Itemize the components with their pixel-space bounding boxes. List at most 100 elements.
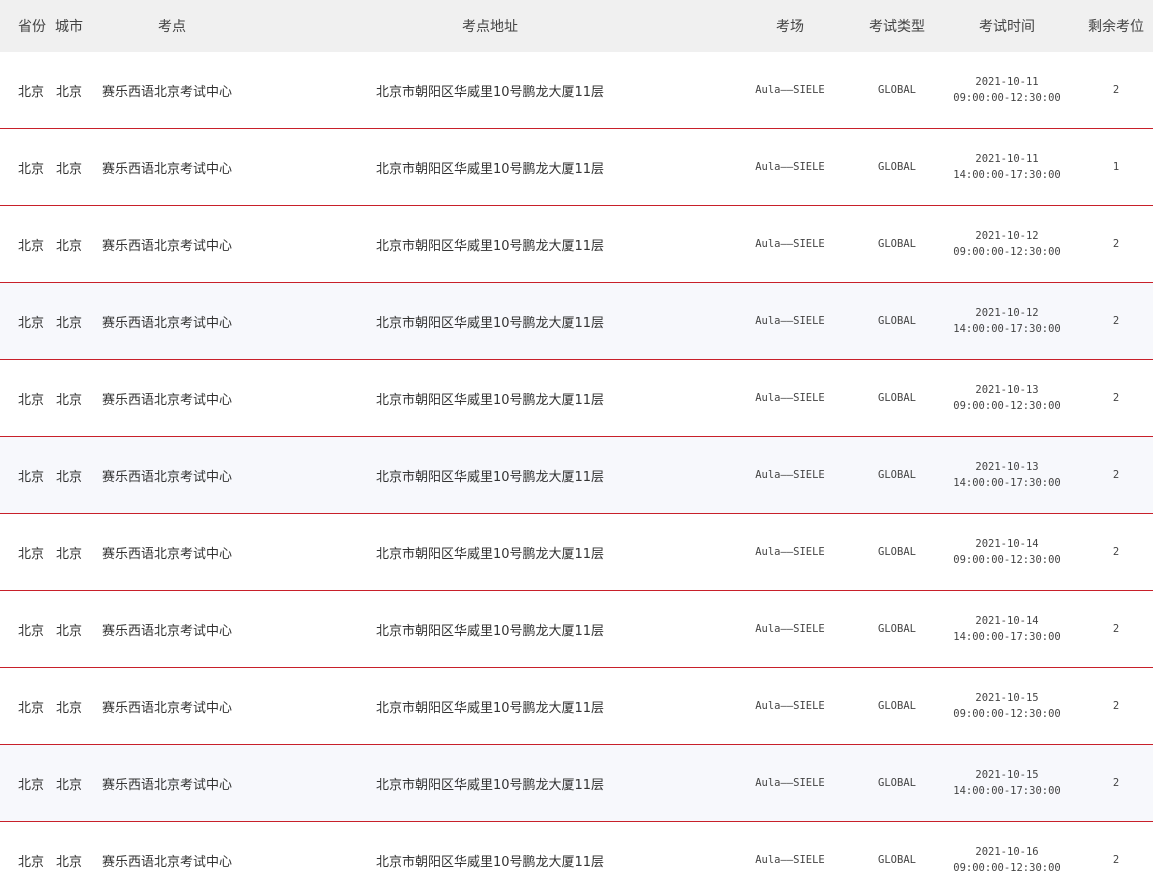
cell-room: Aula——SIELE: [755, 84, 825, 96]
table-row[interactable]: 北京 北京 赛乐西语北京考试中心 北京市朝阳区华威里10号鹏龙大厦11层 Aul…: [0, 52, 1153, 129]
table-row[interactable]: 北京 北京 赛乐西语北京考试中心 北京市朝阳区华威里10号鹏龙大厦11层 Aul…: [0, 129, 1153, 206]
cell-exam-time: 2021-10-11 09:00:00-12:30:00: [936, 52, 1078, 128]
table-row[interactable]: 北京 北京 赛乐西语北京考试中心 北京市朝阳区华威里10号鹏龙大厦11层 Aul…: [0, 437, 1153, 514]
cell-remaining-seats: 2: [1112, 700, 1120, 712]
table-row[interactable]: 北京 北京 赛乐西语北京考试中心 北京市朝阳区华威里10号鹏龙大厦11层 Aul…: [0, 283, 1153, 360]
exam-time-range: 09:00:00-12:30:00: [953, 708, 1061, 720]
cell-address: 北京市朝阳区华威里10号鹏龙大厦11层: [375, 315, 605, 331]
header-city: 城市: [55, 19, 83, 35]
cell-room: Aula——SIELE: [755, 854, 825, 866]
cell-room: Aula——SIELE: [755, 469, 825, 481]
cell-city: 北京: [56, 315, 83, 331]
cell-city: 北京: [56, 161, 83, 177]
cell-province: 北京: [18, 161, 45, 177]
cell-province: 北京: [18, 392, 45, 408]
exam-date: 2021-10-11: [975, 153, 1039, 165]
cell-exam-type: GLOBAL: [878, 238, 916, 250]
cell-site: 赛乐西语北京考试中心: [102, 623, 233, 639]
header-exam-time: 考试时间: [979, 19, 1035, 35]
cell-site: 赛乐西语北京考试中心: [102, 392, 233, 408]
table-row[interactable]: 北京 北京 赛乐西语北京考试中心 北京市朝阳区华威里10号鹏龙大厦11层 Aul…: [0, 745, 1153, 822]
cell-remaining-seats: 1: [1112, 161, 1120, 173]
cell-city: 北京: [56, 854, 83, 870]
cell-address: 北京市朝阳区华威里10号鹏龙大厦11层: [375, 777, 605, 793]
cell-exam-time: 2021-10-11 14:00:00-17:30:00: [936, 129, 1078, 205]
exam-time-range: 09:00:00-12:30:00: [953, 400, 1061, 412]
cell-room: Aula——SIELE: [755, 623, 825, 635]
cell-exam-time: 2021-10-15 09:00:00-12:30:00: [936, 668, 1078, 744]
cell-remaining-seats: 2: [1112, 238, 1120, 250]
cell-exam-type: GLOBAL: [878, 623, 916, 635]
cell-address: 北京市朝阳区华威里10号鹏龙大厦11层: [375, 238, 605, 254]
cell-exam-type: GLOBAL: [878, 161, 916, 173]
exam-time-range: 14:00:00-17:30:00: [953, 323, 1061, 335]
exam-time-range: 09:00:00-12:30:00: [953, 246, 1061, 258]
exam-date: 2021-10-13: [975, 461, 1039, 473]
cell-city: 北京: [56, 700, 83, 716]
exam-time-range: 09:00:00-12:30:00: [953, 92, 1061, 104]
exam-date: 2021-10-14: [975, 615, 1039, 627]
exam-date: 2021-10-16: [975, 846, 1039, 858]
cell-exam-type: GLOBAL: [878, 315, 916, 327]
cell-site: 赛乐西语北京考试中心: [102, 84, 233, 100]
exam-time-range: 14:00:00-17:30:00: [953, 785, 1061, 797]
cell-city: 北京: [56, 777, 83, 793]
cell-province: 北京: [18, 777, 45, 793]
exam-schedule-table: 省份 城市 考点 考点地址 考场 考试类型 考试时间 剩余考位 北京 北京 赛乐…: [0, 0, 1153, 881]
cell-remaining-seats: 2: [1112, 777, 1120, 789]
table-row[interactable]: 北京 北京 赛乐西语北京考试中心 北京市朝阳区华威里10号鹏龙大厦11层 Aul…: [0, 206, 1153, 283]
cell-room: Aula——SIELE: [755, 392, 825, 404]
cell-exam-type: GLOBAL: [878, 469, 916, 481]
cell-address: 北京市朝阳区华威里10号鹏龙大厦11层: [375, 700, 605, 716]
table-row[interactable]: 北京 北京 赛乐西语北京考试中心 北京市朝阳区华威里10号鹏龙大厦11层 Aul…: [0, 514, 1153, 591]
cell-province: 北京: [18, 84, 45, 100]
cell-site: 赛乐西语北京考试中心: [102, 777, 233, 793]
cell-site: 赛乐西语北京考试中心: [102, 700, 233, 716]
cell-exam-type: GLOBAL: [878, 777, 916, 789]
exam-date: 2021-10-15: [975, 692, 1039, 704]
cell-city: 北京: [56, 546, 83, 562]
exam-date: 2021-10-12: [975, 230, 1039, 242]
cell-remaining-seats: 2: [1112, 469, 1120, 481]
cell-exam-time: 2021-10-15 14:00:00-17:30:00: [936, 745, 1078, 821]
header-address: 考点地址: [462, 19, 518, 35]
cell-province: 北京: [18, 546, 45, 562]
exam-date: 2021-10-13: [975, 384, 1039, 396]
cell-exam-time: 2021-10-12 14:00:00-17:30:00: [936, 283, 1078, 359]
cell-city: 北京: [56, 469, 83, 485]
cell-address: 北京市朝阳区华威里10号鹏龙大厦11层: [375, 854, 605, 870]
cell-address: 北京市朝阳区华威里10号鹏龙大厦11层: [375, 84, 605, 100]
cell-room: Aula——SIELE: [755, 777, 825, 789]
table-row[interactable]: 北京 北京 赛乐西语北京考试中心 北京市朝阳区华威里10号鹏龙大厦11层 Aul…: [0, 668, 1153, 745]
cell-site: 赛乐西语北京考试中心: [102, 315, 233, 331]
exam-time-range: 14:00:00-17:30:00: [953, 477, 1061, 489]
table-header: 省份 城市 考点 考点地址 考场 考试类型 考试时间 剩余考位: [0, 0, 1153, 52]
cell-province: 北京: [18, 623, 45, 639]
cell-province: 北京: [18, 315, 45, 331]
cell-remaining-seats: 2: [1112, 84, 1120, 96]
cell-site: 赛乐西语北京考试中心: [102, 238, 233, 254]
header-room: 考场: [776, 19, 804, 35]
table-row[interactable]: 北京 北京 赛乐西语北京考试中心 北京市朝阳区华威里10号鹏龙大厦11层 Aul…: [0, 822, 1153, 881]
cell-address: 北京市朝阳区华威里10号鹏龙大厦11层: [375, 546, 605, 562]
table-row[interactable]: 北京 北京 赛乐西语北京考试中心 北京市朝阳区华威里10号鹏龙大厦11层 Aul…: [0, 591, 1153, 668]
exam-time-range: 09:00:00-12:30:00: [953, 554, 1061, 566]
exam-date: 2021-10-15: [975, 769, 1039, 781]
cell-site: 赛乐西语北京考试中心: [102, 161, 233, 177]
cell-exam-time: 2021-10-14 09:00:00-12:30:00: [936, 514, 1078, 590]
header-province: 省份: [18, 19, 46, 35]
header-exam-type: 考试类型: [869, 19, 925, 35]
cell-site: 赛乐西语北京考试中心: [102, 546, 233, 562]
cell-room: Aula——SIELE: [755, 161, 825, 173]
header-remaining-seats: 剩余考位: [1088, 19, 1144, 35]
cell-city: 北京: [56, 392, 83, 408]
cell-site: 赛乐西语北京考试中心: [102, 854, 233, 870]
cell-province: 北京: [18, 854, 45, 870]
cell-remaining-seats: 2: [1112, 623, 1120, 635]
cell-province: 北京: [18, 238, 45, 254]
cell-exam-time: 2021-10-14 14:00:00-17:30:00: [936, 591, 1078, 667]
cell-address: 北京市朝阳区华威里10号鹏龙大厦11层: [375, 469, 605, 485]
cell-address: 北京市朝阳区华威里10号鹏龙大厦11层: [375, 623, 605, 639]
header-site: 考点: [158, 19, 186, 35]
table-row[interactable]: 北京 北京 赛乐西语北京考试中心 北京市朝阳区华威里10号鹏龙大厦11层 Aul…: [0, 360, 1153, 437]
